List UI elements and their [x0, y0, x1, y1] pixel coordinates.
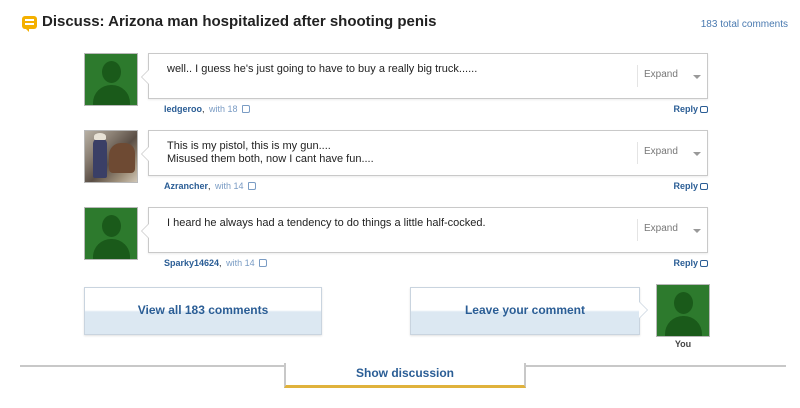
person-photo: [93, 133, 107, 178]
user-silhouette-icon: [85, 208, 137, 259]
comment-item: This is my pistol, this is my gun.... Mi…: [84, 130, 708, 200]
like-count: with 18: [209, 104, 238, 114]
expand-button[interactable]: Expand: [637, 142, 703, 164]
chevron-down-icon: [693, 75, 701, 79]
avatar[interactable]: [84, 53, 138, 106]
show-discussion-tab[interactable]: Show discussion: [284, 363, 526, 388]
speech-bubble-icon: [700, 183, 708, 190]
discussion-title: Discuss: Arizona man hospitalized after …: [42, 13, 437, 30]
author-link[interactable]: Azrancher: [164, 181, 208, 191]
chevron-down-icon: [693, 229, 701, 233]
comment-text: This is my pistol, this is my gun.... Mi…: [167, 140, 374, 165]
comment-bubble: This is my pistol, this is my gun.... Mi…: [141, 130, 708, 176]
discussion-header: Discuss: Arizona man hospitalized after …: [20, 12, 790, 36]
leave-comment-button[interactable]: Leave your comment: [410, 287, 648, 335]
thumbs-up-icon[interactable]: [242, 105, 251, 113]
thumbs-up-icon[interactable]: [248, 182, 257, 190]
your-avatar: [656, 284, 710, 337]
thumbs-up-icon[interactable]: [259, 259, 268, 267]
author-link[interactable]: Sparky14624: [164, 258, 219, 268]
total-comments-link[interactable]: 183 total comments: [701, 19, 788, 30]
avatar[interactable]: [84, 130, 138, 183]
like-count: with 14: [226, 258, 255, 268]
reply-button[interactable]: Reply: [673, 258, 708, 268]
your-avatar-label: You: [674, 339, 692, 349]
comment-meta: ledgeroo, with 18: [164, 104, 251, 114]
comment-bubble: I heard he always had a tendency to do t…: [141, 207, 708, 253]
like-count: with 14: [215, 181, 244, 191]
expand-button[interactable]: Expand: [637, 219, 703, 241]
avatar[interactable]: [84, 207, 138, 260]
comment-bubble: well.. I guess he's just going to have t…: [141, 53, 708, 99]
speech-bubble-icon: [22, 16, 37, 32]
author-link[interactable]: ledgeroo: [164, 104, 202, 114]
speech-bubble-icon: [700, 106, 708, 113]
comment-item: well.. I guess he's just going to have t…: [84, 53, 708, 123]
user-silhouette-icon: [85, 54, 137, 105]
comment-item: I heard he always had a tendency to do t…: [84, 207, 708, 277]
comment-text: I heard he always had a tendency to do t…: [167, 217, 486, 229]
user-silhouette-icon: [657, 285, 709, 336]
reply-button[interactable]: Reply: [673, 181, 708, 191]
comment-text: well.. I guess he's just going to have t…: [167, 63, 478, 75]
comment-meta: Azrancher, with 14: [164, 181, 257, 191]
view-all-comments-button[interactable]: View all 183 comments: [84, 287, 322, 335]
reply-button[interactable]: Reply: [673, 104, 708, 114]
comment-meta: Sparky14624, with 14: [164, 258, 268, 268]
expand-button[interactable]: Expand: [637, 65, 703, 87]
horse-photo: [109, 143, 135, 173]
speech-bubble-icon: [700, 260, 708, 267]
chevron-down-icon: [693, 152, 701, 156]
